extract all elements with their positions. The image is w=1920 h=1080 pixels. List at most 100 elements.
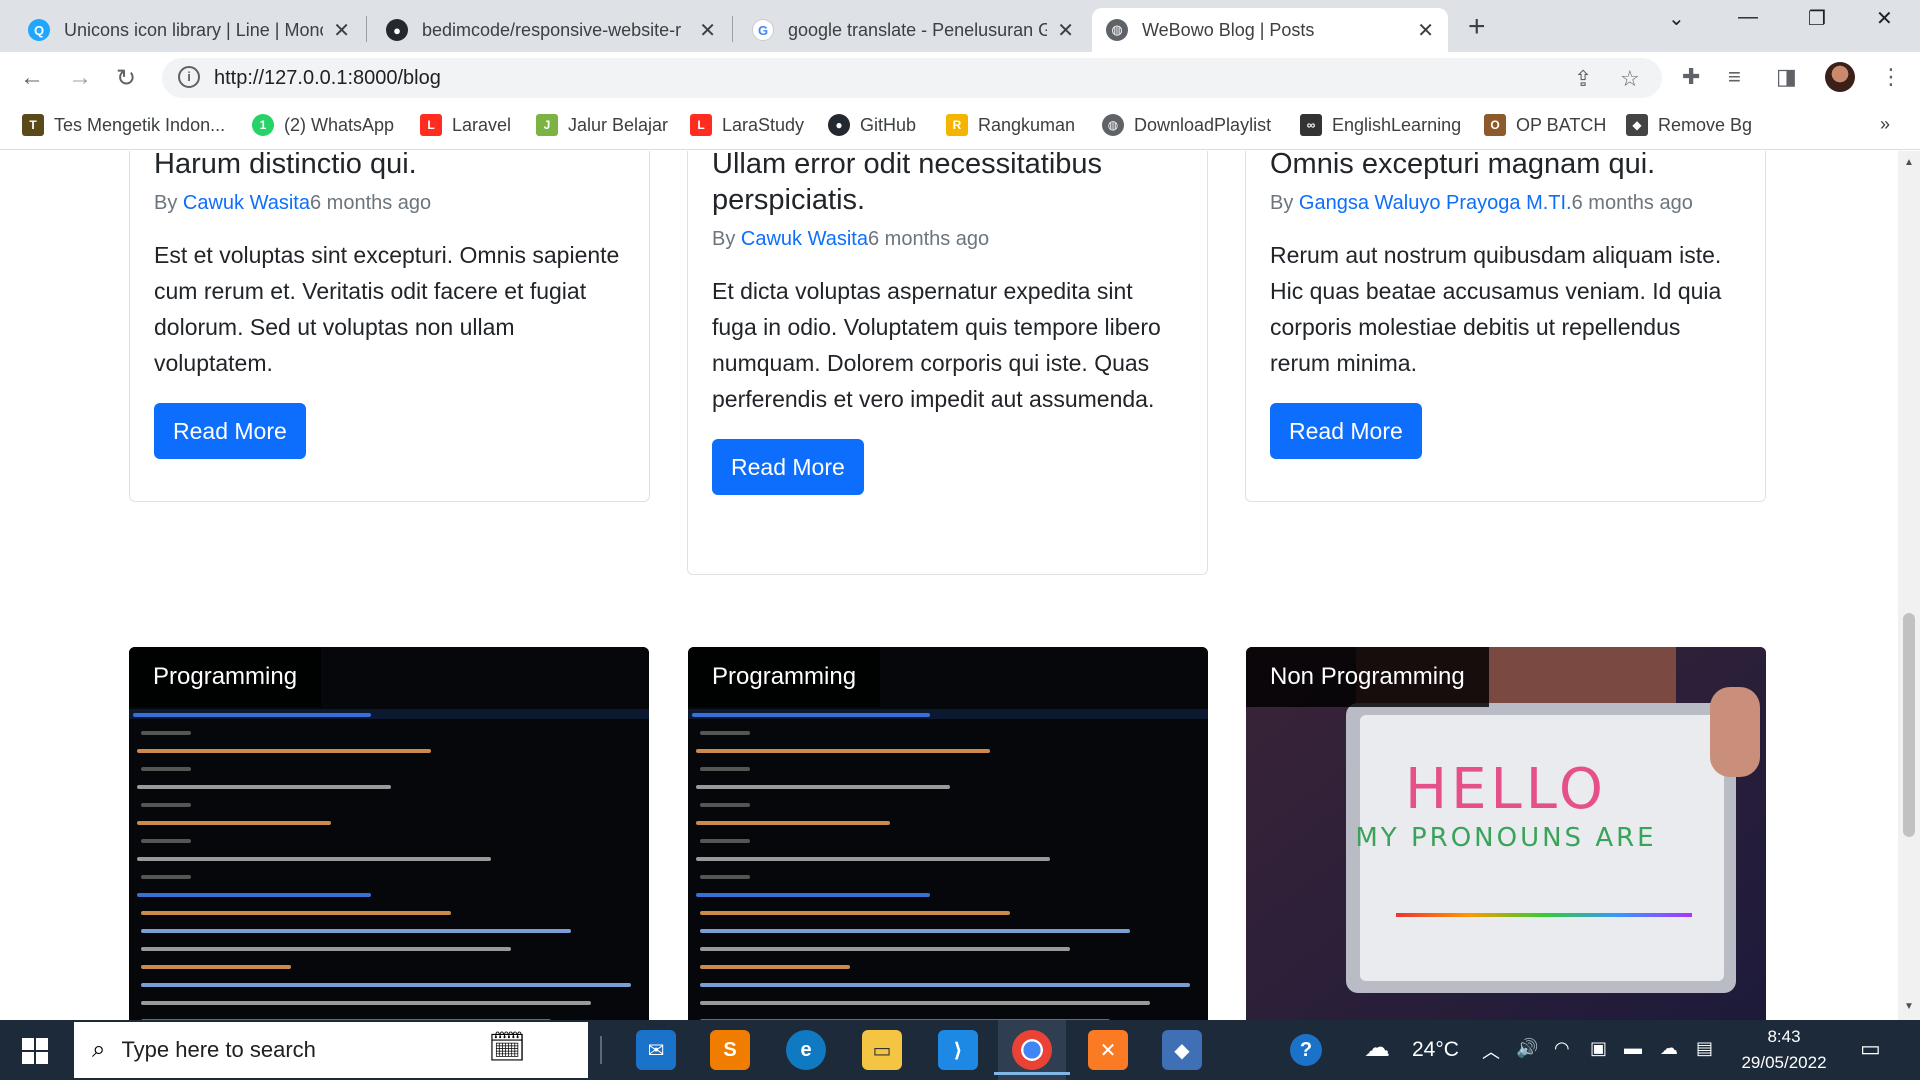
vscode-icon[interactable]: ⟩ xyxy=(938,1030,978,1070)
category-badge[interactable]: Programming xyxy=(688,647,881,707)
network-icon[interactable]: ▤ xyxy=(1696,1038,1713,1059)
sublime-text-icon[interactable]: S xyxy=(710,1030,750,1070)
share-icon[interactable]: ⇪ xyxy=(1574,66,1592,92)
clock-date: 29/05/2022 xyxy=(1741,1053,1827,1072)
minimize-icon[interactable]: — xyxy=(1738,6,1758,29)
notifications-icon[interactable]: ▭ xyxy=(1860,1036,1881,1062)
bicycle-icon: ∞ xyxy=(1300,114,1322,136)
gitkraken-icon[interactable]: ◆ xyxy=(1162,1030,1202,1070)
category-badge[interactable]: Non Programming xyxy=(1246,647,1489,707)
bookmark-whatsapp[interactable]: 1 (2) WhatsApp xyxy=(252,114,394,136)
by-label: By xyxy=(712,228,736,250)
bookmark-laravel[interactable]: L Laravel xyxy=(420,114,511,136)
media-control-icon[interactable]: ≡ xyxy=(1728,64,1741,90)
close-tab-icon[interactable]: ✕ xyxy=(1057,18,1074,43)
new-tab-button[interactable]: + xyxy=(1468,10,1486,44)
bookmark-label: Rangkuman xyxy=(978,114,1076,135)
sign-pronouns-text: MY PRONOUNS ARE xyxy=(1355,823,1657,853)
restore-icon[interactable]: ❐ xyxy=(1808,6,1826,31)
tab-unicons[interactable]: Q Unicons icon library | Line | Monc ✕ xyxy=(14,8,364,52)
side-panel-icon[interactable]: ◨ xyxy=(1776,64,1797,90)
post-date: 6 months ago xyxy=(309,192,432,214)
bookmark-remove-bg[interactable]: ◆ Remove Bg xyxy=(1626,114,1752,136)
rangkuman-icon: R xyxy=(946,114,968,136)
close-tab-icon[interactable]: ✕ xyxy=(699,18,716,43)
taskview-separator xyxy=(600,1036,602,1064)
category-badge[interactable]: Programming xyxy=(129,647,322,707)
tab-separator xyxy=(366,16,367,42)
chrome-app-icon[interactable] xyxy=(994,1030,1070,1075)
xampp-icon[interactable]: ✕ xyxy=(1088,1030,1128,1070)
remove-bg-icon: ◆ xyxy=(1626,114,1648,136)
bookmark-downloadplaylist[interactable]: ◍ DownloadPlaylist xyxy=(1102,114,1271,136)
read-more-button[interactable]: Read More xyxy=(154,403,306,459)
bookmark-tes-mengetik[interactable]: T Tes Mengetik Indon... xyxy=(22,114,225,136)
tab-title: Unicons icon library | Line | Monc xyxy=(64,19,324,40)
volume-icon[interactable]: 🔊 xyxy=(1516,1038,1538,1059)
bookmark-label: GitHub xyxy=(860,114,917,135)
author-link[interactable]: Gangsa Waluyo Prayoga M.TI. xyxy=(1299,192,1572,214)
bookmark-op-batch[interactable]: O OP BATCH xyxy=(1484,114,1606,136)
tab-title: google translate - Penelusuran G xyxy=(788,19,1048,40)
read-more-button[interactable]: Read More xyxy=(712,439,864,495)
address-bar[interactable]: i http://127.0.0.1:8000/blog ⇪ ☆ xyxy=(162,58,1662,98)
taskbar-search-box[interactable]: ⌕ Type here to search 🗓 xyxy=(74,1022,588,1078)
tab-title: bedimcode/responsive-website-r xyxy=(422,19,682,40)
edge-browser-icon[interactable]: e xyxy=(786,1030,826,1070)
post-card: Omnis excepturi magnam qui. By Gangsa Wa… xyxy=(1245,151,1766,502)
close-tab-icon[interactable]: ✕ xyxy=(1417,18,1434,43)
search-highlight-icon[interactable]: 🗓 xyxy=(488,1030,526,1065)
bookmark-star-icon[interactable]: ☆ xyxy=(1620,66,1640,92)
weather-temperature[interactable]: 24°C xyxy=(1412,1038,1459,1062)
whatsapp-icon: 1 xyxy=(252,114,274,136)
menu-dots-icon[interactable]: ⋮ xyxy=(1880,64,1902,90)
bookmark-github[interactable]: ● GitHub xyxy=(828,114,916,136)
onedrive-cloud-icon[interactable]: ☁ xyxy=(1660,1038,1678,1059)
scroll-up-arrow-icon[interactable]: ▲ xyxy=(1904,157,1914,168)
scrollbar-thumb[interactable] xyxy=(1903,613,1915,837)
battery-icon[interactable]: ▬ xyxy=(1624,1038,1642,1059)
tab-google[interactable]: G google translate - Penelusuran G ✕ xyxy=(738,8,1088,52)
tab-github[interactable]: ● bedimcode/responsive-website-r ✕ xyxy=(372,8,730,52)
bookmark-jalur-belajar[interactable]: J Jalur Belajar xyxy=(536,114,668,136)
post-meta: By Cawuk Wasita6 months ago xyxy=(154,192,625,215)
bookmark-rangkuman[interactable]: R Rangkuman xyxy=(946,114,1075,136)
unicons-favicon-icon: Q xyxy=(28,19,50,41)
wifi-icon[interactable]: ◠ xyxy=(1554,1038,1570,1059)
back-arrow-icon[interactable]: ← xyxy=(20,64,44,92)
file-explorer-icon[interactable]: ▭ xyxy=(862,1030,902,1070)
bookmark-englishlearning[interactable]: ∞ EnglishLearning xyxy=(1300,114,1461,136)
bookmark-label: OP BATCH xyxy=(1516,114,1607,135)
author-link[interactable]: Cawuk Wasita xyxy=(741,228,868,250)
post-image-card[interactable]: Programming xyxy=(129,647,649,1020)
taskbar-clock[interactable]: 8:43 29/05/2022 xyxy=(1736,1024,1832,1076)
forward-arrow-icon[interactable]: → xyxy=(68,64,92,92)
weather-cloud-icon[interactable]: ☁ xyxy=(1364,1032,1390,1063)
jalur-belajar-icon: J xyxy=(536,114,558,136)
author-link[interactable]: Cawuk Wasita xyxy=(183,192,310,214)
bookmark-larastudy[interactable]: L LaraStudy xyxy=(690,114,804,136)
tab-webowo-active[interactable]: ◍ WeBowo Blog | Posts ✕ xyxy=(1092,8,1448,52)
profile-avatar[interactable] xyxy=(1825,62,1855,92)
page-scrollbar[interactable]: ▲ ▼ xyxy=(1898,151,1920,1020)
screen-mirror-icon[interactable]: ▣ xyxy=(1590,1038,1607,1059)
scroll-down-arrow-icon[interactable]: ▼ xyxy=(1904,1001,1914,1012)
read-more-button[interactable]: Read More xyxy=(1270,403,1422,459)
extensions-puzzle-icon[interactable]: ✚ xyxy=(1682,64,1700,90)
url-text[interactable]: http://127.0.0.1:8000/blog xyxy=(214,67,441,90)
bookmarks-overflow-button[interactable]: » xyxy=(1880,114,1890,135)
post-image-card[interactable]: Programming xyxy=(688,647,1208,1020)
tab-search-chevron-icon[interactable]: ⌄ xyxy=(1668,6,1685,31)
by-label: By xyxy=(154,192,178,214)
post-date: 6 months ago xyxy=(867,228,990,250)
reload-icon[interactable]: ↻ xyxy=(116,64,136,93)
site-info-icon[interactable]: i xyxy=(178,66,200,88)
mail-app-icon[interactable]: ✉ xyxy=(636,1030,676,1070)
close-tab-icon[interactable]: ✕ xyxy=(333,18,350,43)
close-window-icon[interactable]: ✕ xyxy=(1876,6,1893,31)
help-icon[interactable]: ? xyxy=(1290,1034,1322,1066)
post-image-card[interactable]: HELLO MY PRONOUNS ARE Non Programming xyxy=(1246,647,1766,1020)
tray-chevron-up-icon[interactable]: ︿ xyxy=(1482,1038,1500,1064)
windows-start-icon[interactable] xyxy=(22,1038,48,1064)
page-viewport: Harum distinctio qui. By Cawuk Wasita6 m… xyxy=(0,151,1898,1020)
